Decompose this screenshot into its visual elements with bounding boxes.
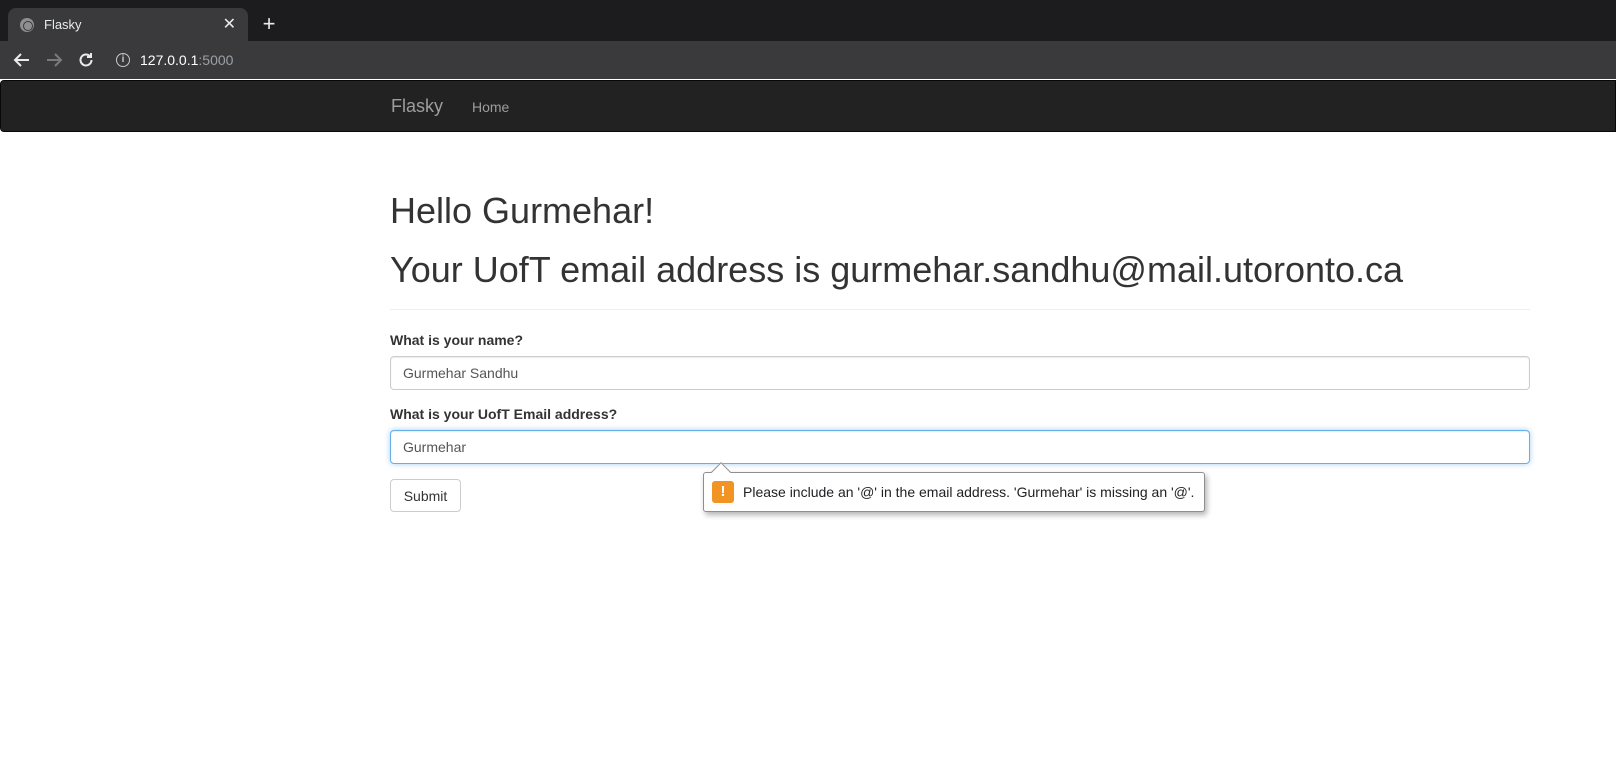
page-divider bbox=[390, 309, 1530, 310]
reload-icon bbox=[79, 53, 93, 67]
url-host: 127.0.0.1 bbox=[140, 52, 199, 68]
back-arrow-icon bbox=[13, 53, 29, 67]
warning-icon: ! bbox=[712, 481, 734, 503]
url-port: :5000 bbox=[198, 52, 234, 68]
globe-icon bbox=[20, 17, 34, 32]
email-input[interactable] bbox=[390, 430, 1530, 464]
browser-toolbar: i 127.0.0.1:5000 bbox=[0, 41, 1616, 79]
name-label: What is your name? bbox=[390, 332, 524, 348]
email-heading: Your UofT email address is gurmehar.sand… bbox=[390, 249, 1404, 290]
new-tab-button[interactable]: + bbox=[257, 13, 281, 37]
email-label: What is your UofT Email address? bbox=[390, 406, 618, 422]
nav-link-home[interactable]: Home bbox=[472, 99, 509, 115]
address-bar[interactable]: i 127.0.0.1:5000 bbox=[116, 46, 233, 74]
forward-button[interactable] bbox=[38, 44, 70, 76]
browser-tabstrip: Flasky ✕ + bbox=[0, 0, 1616, 41]
reload-button[interactable] bbox=[70, 44, 102, 76]
submit-button[interactable]: Submit bbox=[390, 479, 461, 512]
app-navbar: Flasky Home bbox=[0, 80, 1616, 132]
validation-tooltip: ! Please include an '@' in the email add… bbox=[703, 472, 1206, 512]
validation-message: Please include an '@' in the email addre… bbox=[743, 484, 1195, 500]
greeting-heading: Hello Gurmehar! bbox=[390, 190, 655, 231]
close-tab-icon[interactable]: ✕ bbox=[223, 16, 236, 33]
navbar-brand[interactable]: Flasky bbox=[391, 96, 443, 117]
name-input[interactable] bbox=[390, 356, 1530, 390]
info-icon[interactable]: i bbox=[116, 53, 130, 67]
back-button[interactable] bbox=[6, 44, 38, 76]
forward-arrow-icon bbox=[47, 53, 63, 67]
tab-title: Flasky bbox=[44, 17, 82, 32]
browser-tab[interactable]: Flasky ✕ bbox=[8, 8, 248, 41]
